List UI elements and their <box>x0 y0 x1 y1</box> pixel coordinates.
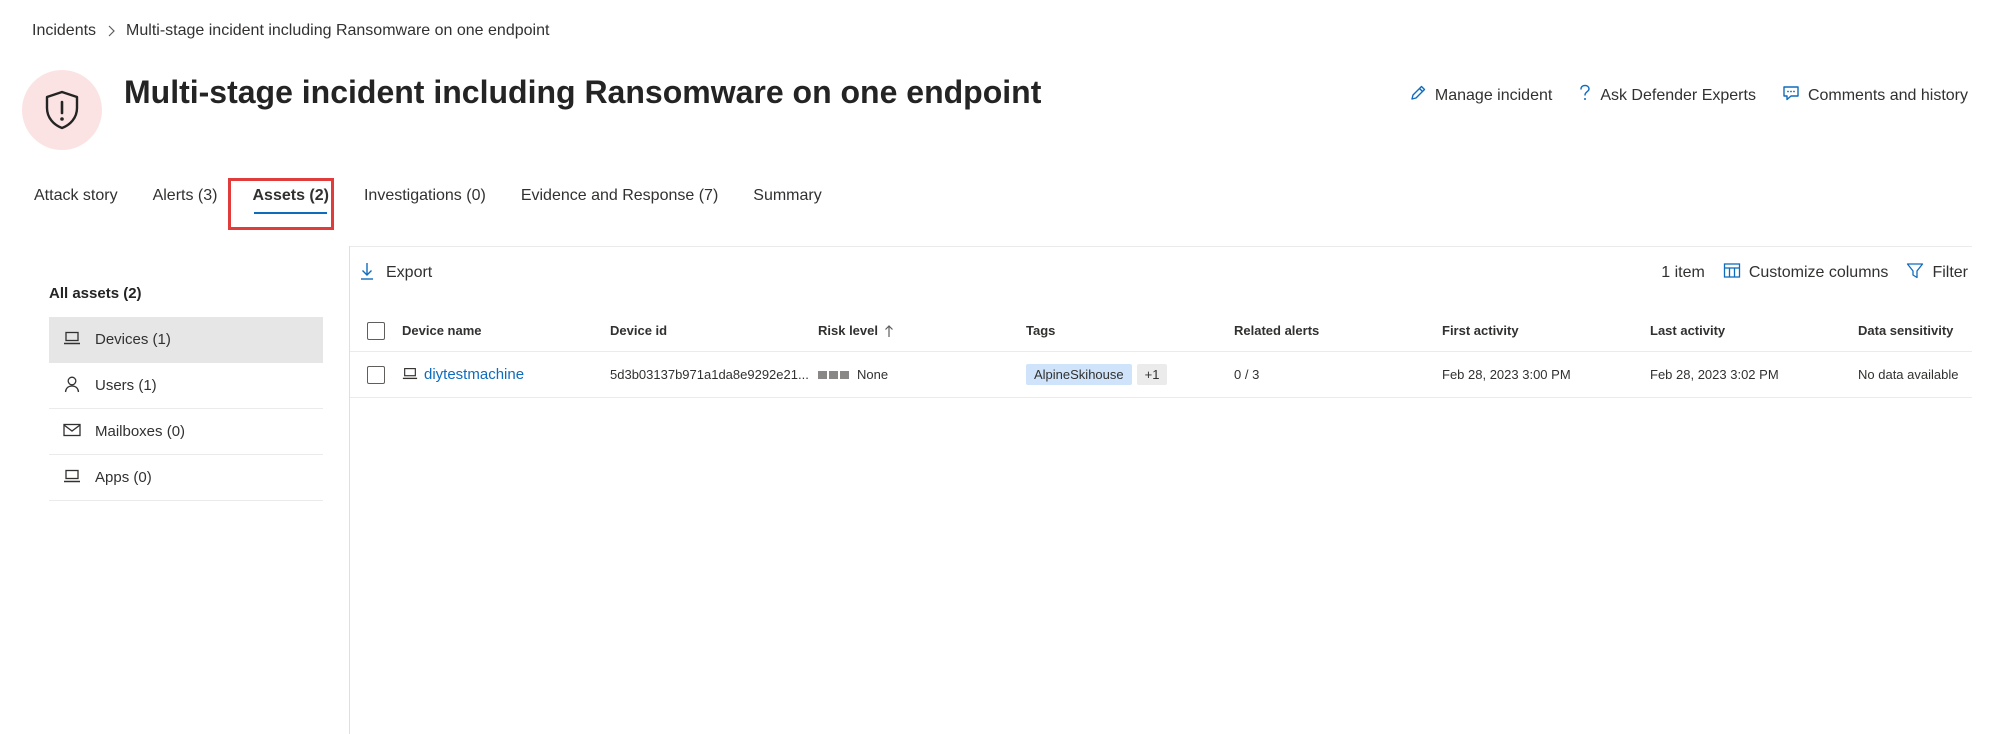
manage-incident-label: Manage incident <box>1434 86 1553 104</box>
device-name-link[interactable]: diytestmachine <box>424 366 524 383</box>
data-sensitivity-cell: No data available <box>1858 367 1959 382</box>
ask-defender-experts-label: Ask Defender Experts <box>1600 86 1756 104</box>
table-toolbar: Export 1 item Customize columns Filter <box>360 258 1968 288</box>
risk-level-cell: None <box>818 367 1026 382</box>
risk-level-bars <box>818 370 849 379</box>
column-header-last-activity[interactable]: Last activity <box>1650 323 1858 338</box>
column-header-first-activity[interactable]: First activity <box>1442 323 1650 338</box>
column-header-risk-level[interactable]: Risk level <box>818 323 1026 338</box>
asset-item-devices[interactable]: Devices (1) <box>49 317 323 363</box>
last-activity-cell: Feb 28, 2023 3:02 PM <box>1650 367 1779 382</box>
table-row[interactable]: diytestmachine 5d3b03137b971a1da8e9292e2… <box>350 352 1972 398</box>
download-icon <box>360 262 374 285</box>
tab-bar: Attack story Alerts (3) Assets (2) Inves… <box>24 176 847 216</box>
header-actions: Manage incident Ask Defender Experts Com… <box>1409 84 1968 107</box>
mail-icon <box>63 423 81 441</box>
tags-cell: AlpineSkihouse +1 <box>1026 364 1234 385</box>
select-all-cell <box>350 321 402 340</box>
tab-alerts[interactable]: Alerts (3) <box>143 176 228 216</box>
asset-item-label: Users (1) <box>95 377 157 394</box>
tab-attack-story[interactable]: Attack story <box>24 176 128 216</box>
manage-incident-button[interactable]: Manage incident <box>1409 84 1552 107</box>
row-select-cell <box>350 365 402 384</box>
toolbar-right: 1 item Customize columns Filter <box>1661 262 1968 285</box>
tab-investigations[interactable]: Investigations (0) <box>354 176 496 216</box>
first-activity-cell: Feb 28, 2023 3:00 PM <box>1442 367 1571 382</box>
asset-item-mailboxes[interactable]: Mailboxes (0) <box>49 409 323 455</box>
pencil-icon <box>1409 84 1427 107</box>
tag-badge: AlpineSkihouse <box>1026 364 1132 385</box>
customize-columns-label: Customize columns <box>1748 264 1889 281</box>
item-count: 1 item <box>1661 264 1705 281</box>
laptop-icon <box>63 331 81 349</box>
chevron-right-icon <box>106 25 116 37</box>
breadcrumb: Incidents Multi-stage incident including… <box>32 20 549 42</box>
tab-summary[interactable]: Summary <box>743 176 831 216</box>
asset-item-users[interactable]: Users (1) <box>49 363 323 409</box>
laptop-icon <box>402 367 418 383</box>
filter-button[interactable]: Filter <box>1906 262 1968 285</box>
comments-history-button[interactable]: Comments and history <box>1782 84 1968 107</box>
column-header-data-sensitivity[interactable]: Data sensitivity <box>1858 323 1972 338</box>
device-id-cell: 5d3b03137b971a1da8e9292e21... <box>610 367 809 382</box>
breadcrumb-incidents-link[interactable]: Incidents <box>32 22 96 40</box>
customize-columns-button[interactable]: Customize columns <box>1723 262 1889 285</box>
column-header-device-name[interactable]: Device name <box>402 323 610 338</box>
asset-item-label: Apps (0) <box>95 469 152 486</box>
laptop-icon <box>63 469 81 487</box>
breadcrumb-current: Multi-stage incident including Ransomwar… <box>126 22 550 39</box>
question-icon <box>1578 84 1592 107</box>
asset-item-label: Mailboxes (0) <box>95 423 186 440</box>
tab-evidence-and-response[interactable]: Evidence and Response (7) <box>511 176 728 216</box>
filter-label: Filter <box>1932 264 1968 281</box>
all-assets-title: All assets (2) <box>49 285 142 302</box>
related-alerts-cell: 0 / 3 <box>1234 367 1260 382</box>
tab-assets[interactable]: Assets (2) <box>242 176 338 216</box>
column-header-related-alerts[interactable]: Related alerts <box>1234 323 1442 338</box>
column-header-device-id[interactable]: Device id <box>610 323 818 338</box>
devices-table: Device name Device id Risk level Tags Re… <box>350 310 1972 398</box>
select-all-checkbox[interactable] <box>367 321 385 340</box>
asset-type-panel: All assets (2) Devices (1) Users (1) Mai… <box>49 276 323 501</box>
filter-icon <box>1906 262 1924 285</box>
sort-ascending-icon <box>884 324 894 338</box>
table-header: Device name Device id Risk level Tags Re… <box>350 310 1972 352</box>
comments-history-label: Comments and history <box>1807 86 1968 104</box>
tag-more-badge[interactable]: +1 <box>1136 364 1168 385</box>
export-button[interactable]: Export <box>360 262 432 285</box>
column-header-tags[interactable]: Tags <box>1026 323 1234 338</box>
person-icon <box>63 375 81 397</box>
page-title: Multi-stage incident including Ransomwar… <box>124 74 1042 110</box>
comment-icon <box>1782 84 1800 107</box>
columns-icon <box>1723 262 1741 285</box>
risk-level-value: None <box>857 367 889 382</box>
asset-item-apps[interactable]: Apps (0) <box>49 455 323 501</box>
content-top-divider <box>350 246 1972 247</box>
device-name-cell: diytestmachine <box>402 366 610 383</box>
asset-item-label: Devices (1) <box>95 331 171 348</box>
export-label: Export <box>386 264 433 281</box>
ask-defender-experts-button[interactable]: Ask Defender Experts <box>1578 84 1756 107</box>
column-header-label: Risk level <box>818 323 878 338</box>
shield-alert-icon <box>22 70 102 150</box>
row-checkbox[interactable] <box>367 365 385 384</box>
